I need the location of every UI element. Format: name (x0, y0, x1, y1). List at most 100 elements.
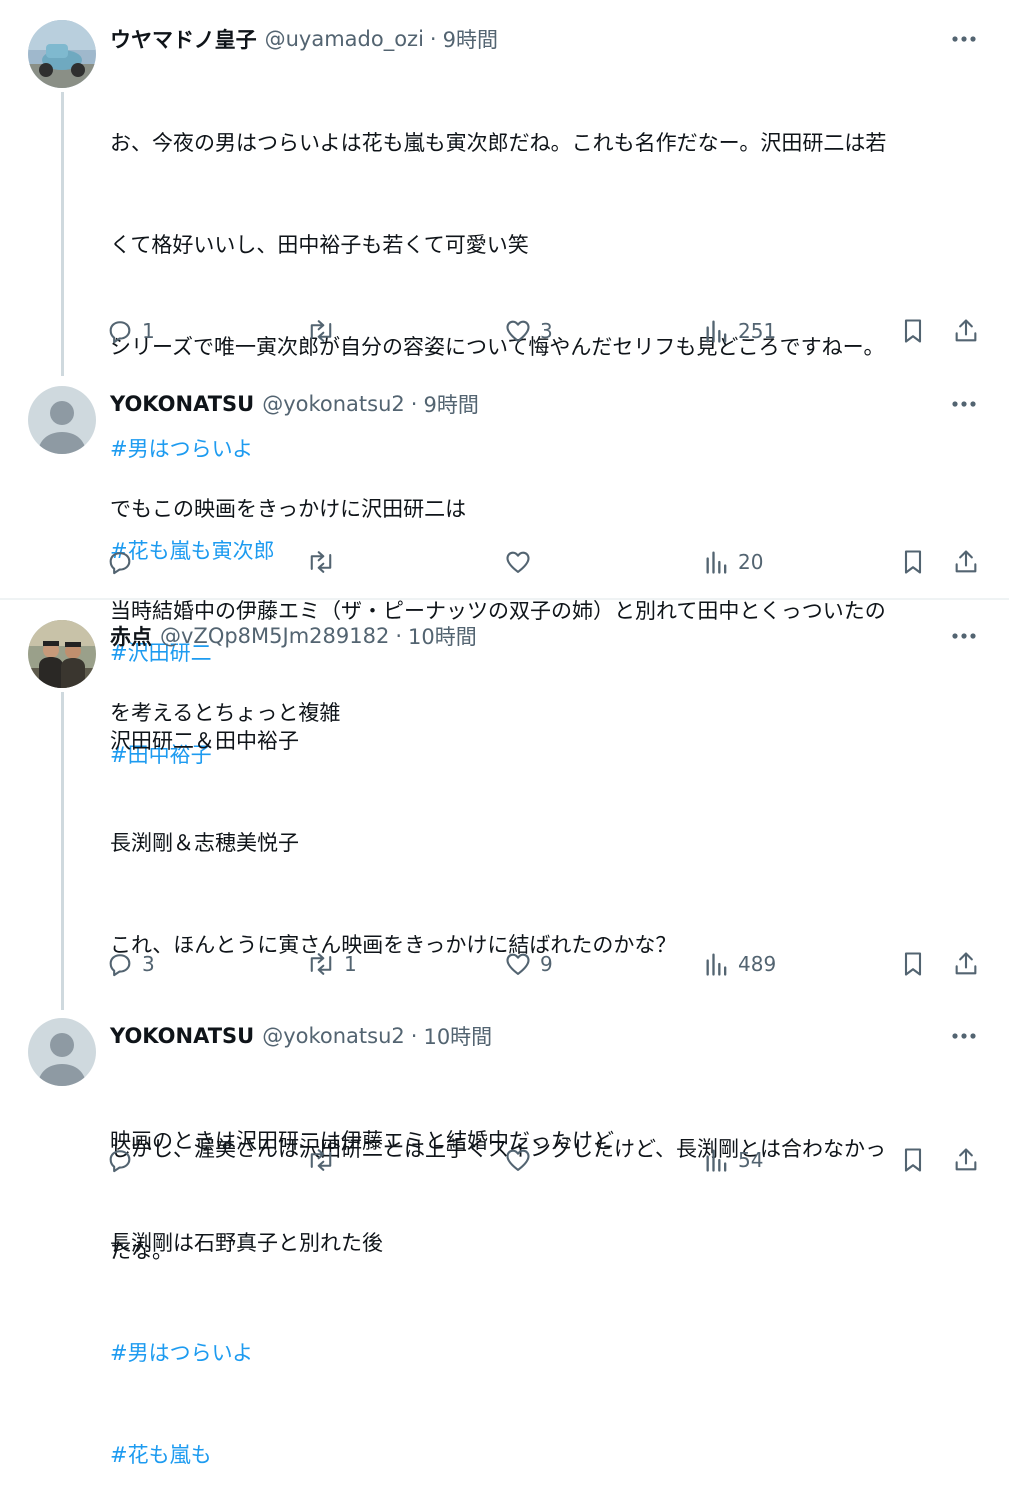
user-handle[interactable]: @uyamado_ozi (265, 27, 424, 51)
post-text-line: でもこの映画をきっかけに沢田研二は (110, 497, 467, 521)
hashtag-link[interactable]: #男はつらいよ (110, 1336, 980, 1370)
action-bar: 1 3 251 (106, 314, 986, 348)
bookmark-button[interactable] (900, 947, 926, 981)
like-count: 3 (540, 319, 553, 343)
reply-count: 1 (142, 319, 155, 343)
like-icon (506, 1149, 530, 1171)
post-time[interactable]: 9時間 (423, 389, 478, 419)
user-handle[interactable]: @vZQp8M5Jm289182 (160, 624, 389, 648)
more-icon (952, 36, 976, 42)
hashtag-link[interactable]: #花も嵐も (110, 1438, 980, 1472)
like-icon (506, 953, 530, 975)
reply-button[interactable]: 3 (106, 947, 155, 981)
more-options-button[interactable] (949, 621, 979, 651)
views-button[interactable]: 20 (704, 545, 763, 579)
user-handle[interactable]: @yokonatsu2 (262, 392, 405, 416)
like-button[interactable] (504, 1143, 540, 1177)
post-header: YOKONATSU @yokonatsu2 · 10時間 (110, 1021, 492, 1051)
post-text-line: お、今夜の男はつらいよは花も嵐も寅次郎だね。これも名作だなー。沢田研二は若 (110, 131, 887, 155)
reply-button[interactable]: 1 (106, 314, 155, 348)
avatar[interactable] (28, 1018, 96, 1086)
avatar[interactable] (28, 620, 96, 688)
reply-icon (109, 552, 131, 575)
more-icon (952, 401, 976, 407)
share-button[interactable] (952, 545, 980, 579)
more-options-button[interactable] (949, 24, 979, 54)
separator-dot: · (410, 392, 418, 416)
user-handle[interactable]: @yokonatsu2 (262, 1024, 405, 1048)
post-text-line: くて格好いいし、田中裕子も若くて可愛い笑 (110, 233, 529, 257)
views-icon (706, 551, 727, 574)
bookmark-icon (904, 319, 922, 343)
reply-icon (109, 1150, 131, 1173)
avatar[interactable] (28, 386, 96, 454)
like-button[interactable]: 3 (504, 314, 553, 348)
views-count: 54 (738, 1148, 764, 1172)
views-count: 20 (738, 550, 764, 574)
display-name[interactable]: 赤点 (110, 621, 152, 651)
post-time[interactable]: 10時間 (408, 621, 477, 651)
share-button[interactable] (952, 947, 980, 981)
more-options-button[interactable] (949, 1021, 979, 1051)
bookmark-icon (904, 952, 922, 976)
thread-divider (0, 598, 1009, 600)
views-button[interactable]: 251 (704, 314, 776, 348)
like-count: 9 (540, 952, 553, 976)
avatar[interactable] (28, 20, 96, 88)
reply-button[interactable] (106, 1143, 142, 1177)
action-bar: 3 1 9 489 (106, 947, 986, 981)
views-icon (706, 320, 727, 343)
repost-icon (310, 1149, 332, 1171)
more-icon (952, 633, 976, 639)
display-name[interactable]: ウヤマドノ皇子 (110, 24, 257, 54)
views-icon (706, 1149, 727, 1172)
repost-icon (310, 320, 332, 342)
share-icon (955, 1148, 977, 1171)
share-icon (955, 319, 977, 342)
post-header: YOKONATSU @yokonatsu2 · 9時間 (110, 389, 479, 419)
post-text-line: 長渕剛は石野真子と別れた後 (110, 1231, 383, 1255)
bookmark-button[interactable] (900, 314, 926, 348)
separator-dot: · (395, 624, 403, 648)
views-button[interactable]: 54 (704, 1143, 763, 1177)
action-bar: 54 (106, 1143, 986, 1177)
post-time[interactable]: 10時間 (423, 1021, 492, 1051)
share-button[interactable] (952, 314, 980, 348)
repost-icon (310, 953, 332, 975)
display-name[interactable]: YOKONATSU (110, 1024, 254, 1048)
more-options-button[interactable] (949, 389, 979, 419)
repost-icon (310, 551, 332, 573)
reply-icon (109, 954, 131, 977)
reply-count: 3 (142, 952, 155, 976)
like-icon (506, 320, 530, 342)
bookmark-icon (904, 550, 922, 574)
repost-count: 1 (344, 952, 357, 976)
repost-button[interactable] (306, 1143, 344, 1177)
repost-button[interactable] (306, 545, 344, 579)
views-count: 251 (738, 319, 777, 343)
separator-dot: · (410, 1024, 418, 1048)
share-button[interactable] (952, 1143, 980, 1177)
bookmark-button[interactable] (900, 1143, 926, 1177)
more-icon (952, 1033, 976, 1039)
post-header: ウヤマドノ皇子 @uyamado_ozi · 9時間 (110, 24, 498, 54)
post-text-line: 長渕剛＆志穂美悦子 (110, 831, 299, 855)
like-icon (506, 551, 530, 573)
bookmark-button[interactable] (900, 545, 926, 579)
action-bar: 20 (106, 545, 986, 579)
views-button[interactable]: 489 (704, 947, 776, 981)
share-icon (955, 550, 977, 573)
like-button[interactable]: 9 (504, 947, 553, 981)
thread-connector-line (61, 692, 64, 1010)
post-text-line: 沢田研二＆田中裕子 (110, 729, 299, 753)
repost-button[interactable]: 1 (306, 947, 357, 981)
separator-dot: · (429, 27, 437, 51)
reply-button[interactable] (106, 545, 142, 579)
like-button[interactable] (504, 545, 540, 579)
post-header: 赤点 @vZQp8M5Jm289182 · 10時間 (110, 621, 477, 651)
display-name[interactable]: YOKONATSU (110, 392, 254, 416)
reply-icon (109, 321, 131, 344)
repost-button[interactable] (306, 314, 344, 348)
post-time[interactable]: 9時間 (443, 24, 498, 54)
share-icon (955, 952, 977, 975)
